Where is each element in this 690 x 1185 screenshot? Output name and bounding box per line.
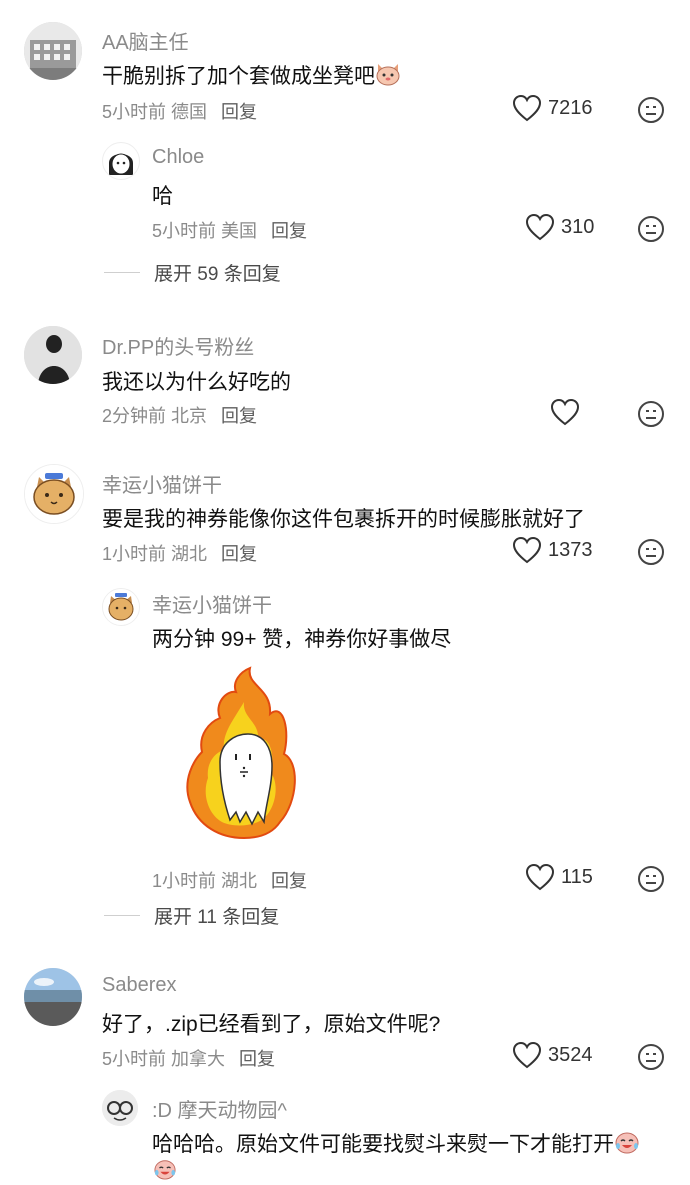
dislike-face-icon[interactable] (637, 215, 665, 243)
reply-time-location: 1小时前 湖北 (152, 871, 258, 891)
like-count: 115 (561, 865, 593, 888)
reply-button[interactable]: 回复 (271, 871, 307, 891)
avatar[interactable] (102, 588, 140, 626)
comment-time-location: 2分钟前 北京 (102, 406, 208, 426)
reply-time-location: 5小时前 美国 (152, 221, 258, 241)
comment-meta: 2分钟前 北京 回复 (102, 402, 257, 428)
laugh-cry-emoji-icon (614, 1130, 640, 1160)
dislike-face-icon[interactable] (637, 538, 665, 566)
like-button[interactable]: 1373 (512, 536, 593, 564)
reply-name[interactable]: Chloe (152, 146, 204, 169)
expand-replies-label: 展开 59 条回复 (154, 264, 281, 285)
like-count: 1373 (548, 538, 593, 561)
dislike-face-icon[interactable] (637, 400, 665, 428)
divider (104, 272, 140, 273)
reply-text: 两分钟 99+ 赞，神券你好事做尽 (152, 628, 452, 651)
expand-replies-label: 展开 11 条回复 (154, 907, 280, 928)
like-button[interactable] (550, 398, 586, 426)
comment-time-location: 5小时前 加拿大 (102, 1049, 226, 1069)
reply-meta: 5小时前 美国 回复 (152, 217, 307, 243)
heart-icon (512, 1041, 542, 1069)
expand-replies-button[interactable]: 展开 11 条回复 (104, 902, 279, 929)
reply-button[interactable]: 回复 (239, 1049, 275, 1069)
comment-text-content: 干脆别拆了加个套做成坐凳吧 (102, 65, 375, 88)
like-count: 310 (561, 215, 595, 238)
heart-icon (550, 398, 580, 426)
like-count: 3524 (548, 1043, 593, 1066)
avatar[interactable] (24, 968, 82, 1026)
comment-time-location: 1小时前 湖北 (102, 544, 208, 564)
building-avatar-image (24, 22, 82, 80)
comment-text: 我还以为什么好吃的 (102, 371, 291, 394)
like-button[interactable]: 310 (525, 213, 594, 241)
reply-button[interactable]: 回复 (221, 102, 257, 122)
girl-avatar-image (109, 153, 133, 175)
heart-icon (512, 94, 542, 122)
seascape-avatar-image (24, 968, 82, 1026)
divider (104, 915, 140, 916)
commenter-name[interactable]: 幸运小猫饼干 (102, 469, 222, 498)
avatar[interactable] (24, 326, 82, 384)
dislike-face-icon[interactable] (637, 865, 665, 893)
comment-meta: 1小时前 湖北 回复 (102, 540, 257, 566)
avatar[interactable] (24, 464, 84, 524)
like-button[interactable]: 3524 (512, 1041, 593, 1069)
reply-text: 哈 (152, 185, 173, 208)
comment-time-location: 5小时前 德国 (102, 102, 208, 122)
comment-text: 干脆别拆了加个套做成坐凳吧 (102, 60, 401, 92)
commenter-name[interactable]: AA脑主任 (102, 26, 189, 55)
commenter-name[interactable]: Saberex (102, 974, 177, 997)
comment-text: 要是我的神券能像你这件包裹拆开的时候膨胀就好了 (102, 508, 585, 531)
reply-button[interactable]: 回复 (221, 544, 257, 564)
comment-meta: 5小时前 德国 回复 (102, 98, 257, 124)
glasses-avatar-image (102, 1090, 138, 1126)
avatar[interactable] (102, 142, 140, 180)
silhouette-avatar-image (24, 326, 82, 384)
cookie-cat-avatar-image (25, 465, 83, 523)
heart-icon (525, 863, 555, 891)
laugh-cry-emoji-icon (152, 1158, 178, 1185)
reply-name[interactable]: :D 摩天动物园^ (152, 1094, 287, 1123)
commenter-name[interactable]: Dr.PP的头号粉丝 (102, 331, 254, 360)
comment-meta: 5小时前 加拿大 回复 (102, 1045, 275, 1071)
heart-icon (525, 213, 555, 241)
reply-button[interactable]: 回复 (221, 406, 257, 426)
comment-text: 好了，.zip已经看到了，原始文件呢? (102, 1013, 441, 1036)
reply-text: 哈哈哈。原始文件可能要找熨斗来熨一下才能打开 (152, 1128, 640, 1160)
reply-text-content: 哈哈哈。原始文件可能要找熨斗来熨一下才能打开 (152, 1133, 614, 1156)
fire-ghost-sticker[interactable] (180, 662, 310, 844)
cat-emoji-icon (375, 62, 401, 92)
like-button[interactable]: 115 (525, 863, 593, 891)
like-button[interactable]: 7216 (512, 94, 593, 122)
dislike-face-icon[interactable] (637, 1043, 665, 1071)
like-count: 7216 (548, 96, 593, 119)
reply-name[interactable]: 幸运小猫饼干 (152, 589, 272, 618)
dislike-face-icon[interactable] (637, 96, 665, 124)
reply-meta: 1小时前 湖北 回复 (152, 867, 307, 893)
reply-button[interactable]: 回复 (271, 221, 307, 241)
cookie-cat-avatar-image (103, 589, 139, 625)
heart-icon (512, 536, 542, 564)
avatar[interactable] (24, 22, 82, 80)
avatar[interactable] (102, 1090, 138, 1126)
expand-replies-button[interactable]: 展开 59 条回复 (104, 259, 281, 286)
